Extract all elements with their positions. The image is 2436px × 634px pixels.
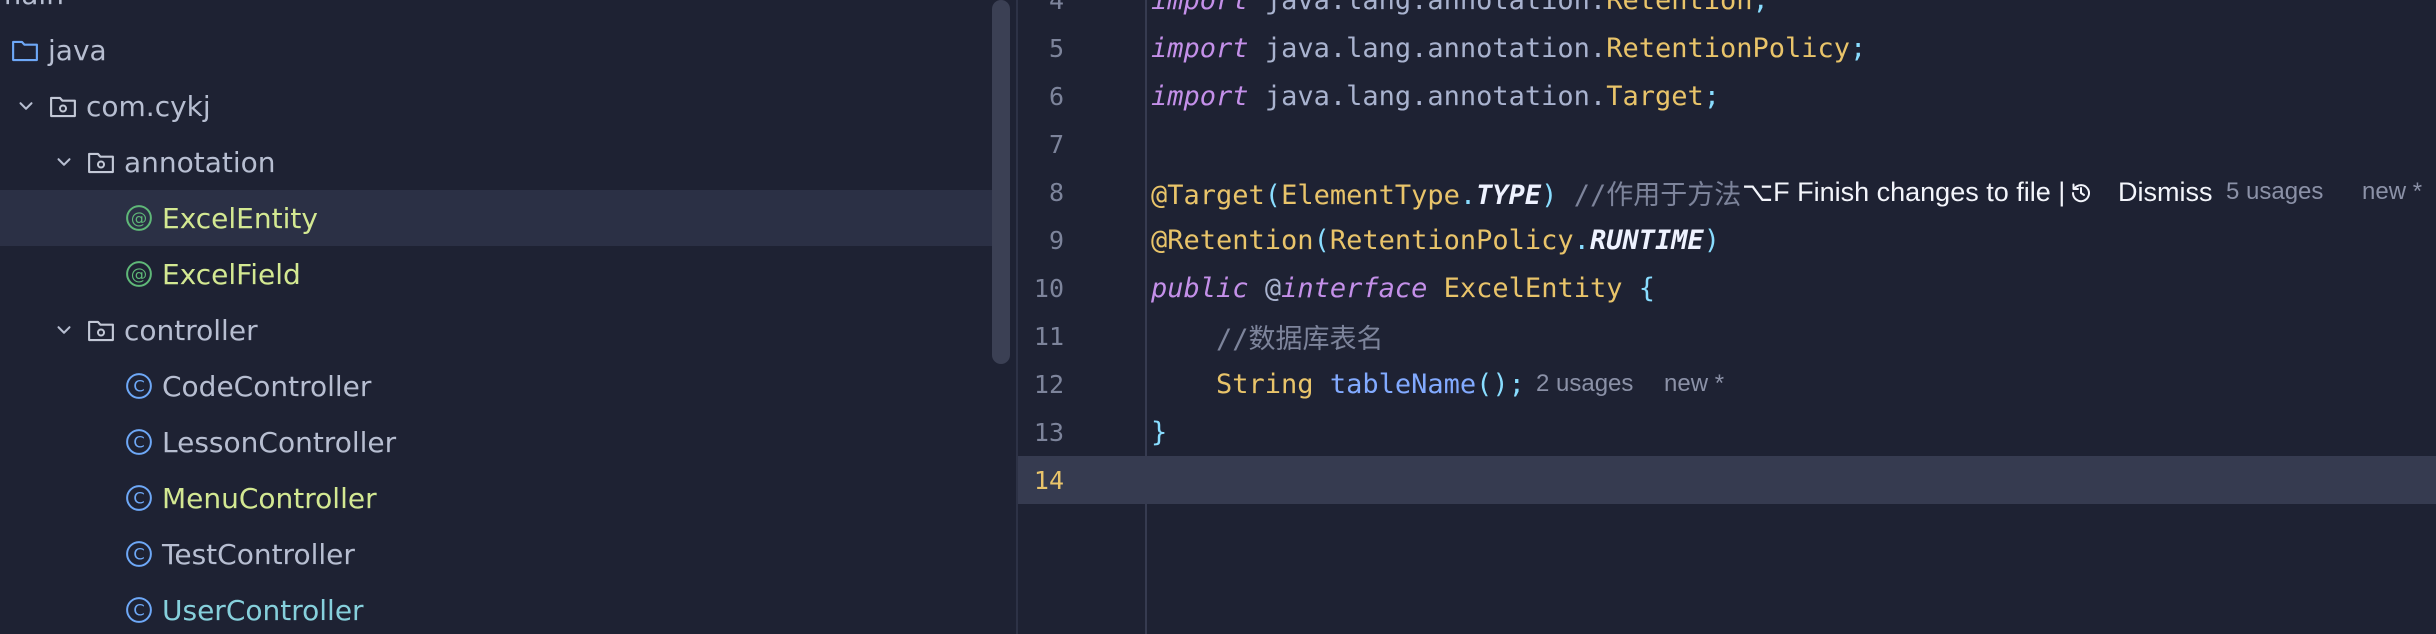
package-icon <box>48 91 78 121</box>
svg-text:C: C <box>133 601 144 620</box>
tree-item-label: ExcelEntity <box>162 201 318 235</box>
code-text: import java.lang.annotation.Target; <box>1151 80 1720 112</box>
gutter-separator <box>1145 0 1147 634</box>
code-line-7[interactable]: 7 <box>1018 120 2436 168</box>
tree-item-label: TestController <box>162 537 355 571</box>
usages-hint[interactable]: 5 usages <box>2226 178 2323 206</box>
code-line-11[interactable]: 11 //数据库表名 <box>1018 312 2436 360</box>
code-line-12[interactable]: 12 String tableName(); 2 usages new * <box>1018 360 2436 408</box>
dismiss-icon <box>2065 180 2099 204</box>
svg-text:C: C <box>133 377 144 396</box>
author-hint[interactable]: new * <box>1664 370 1724 398</box>
finish-changes-action[interactable]: ⌥F Finish changes to file | <box>1742 177 2099 208</box>
tree-item-label: controller <box>124 313 258 347</box>
package-icon <box>86 147 116 177</box>
line-number: 5 <box>1048 33 1064 63</box>
annotation-icon: @ <box>124 259 154 289</box>
code-text: @Retention(RetentionPolicy.RUNTIME) <box>1151 224 1720 256</box>
tree-item-test-controller[interactable]: C TestController <box>0 526 992 582</box>
line-number: 10 <box>1033 273 1064 303</box>
tree-item-label: CodeController <box>162 369 372 403</box>
class-icon: C <box>124 539 154 569</box>
code-text: import java.lang.annotation.Retention; <box>1151 0 1769 16</box>
svg-text:C: C <box>133 489 144 508</box>
package-icon <box>86 315 116 345</box>
line-number: 7 <box>1048 129 1064 159</box>
code-text: public @interface ExcelEntity { <box>1151 272 1655 304</box>
svg-text:C: C <box>133 545 144 564</box>
tree-item-label: LessonController <box>162 425 397 459</box>
tree-item-label: annotation <box>124 145 276 179</box>
chevron-down-icon[interactable] <box>12 92 40 120</box>
line-number: 13 <box>1033 417 1064 447</box>
class-icon: C <box>124 427 154 457</box>
code-text: @Target(ElementType.TYPE) //作用于方法 <box>1151 179 1742 211</box>
tree-item-menu-controller[interactable]: C MenuController <box>0 470 992 526</box>
tree-item-com-cykj[interactable]: com.cykj <box>0 78 992 134</box>
line-number: 6 <box>1048 81 1064 111</box>
tree-item-controller[interactable]: controller <box>0 302 992 358</box>
line-number: 9 <box>1048 225 1064 255</box>
tree-item-label: MenuController <box>162 481 377 515</box>
tree-item-label: UserController <box>162 593 364 627</box>
code-text: String tableName(); <box>1216 368 1525 400</box>
line-number: 4 <box>1048 0 1064 15</box>
code-line-8[interactable]: 8 @Target(ElementType.TYPE) //作用于方法 ⌥F F… <box>1018 168 2436 216</box>
tree-item-java[interactable]: java <box>0 22 992 78</box>
tree-row-main[interactable]: main <box>0 0 992 22</box>
chevron-down-icon[interactable] <box>50 148 78 176</box>
folder-icon <box>10 35 40 65</box>
class-icon: C <box>124 595 154 625</box>
code-line-4[interactable]: 4 import java.lang.annotation.Retention; <box>1018 0 2436 24</box>
annotation-icon: @ <box>124 203 154 233</box>
code-text: //数据库表名 <box>1216 323 1384 355</box>
project-tree[interactable]: main java com.cykj annotation @ ExcelEnt… <box>0 0 1016 634</box>
code-line-9[interactable]: 9 @Retention(RetentionPolicy.RUNTIME) <box>1018 216 2436 264</box>
class-icon: C <box>124 371 154 401</box>
usages-hint[interactable]: 2 usages <box>1536 370 1633 398</box>
svg-text:C: C <box>133 433 144 452</box>
code-text: } <box>1151 416 1168 448</box>
tree-item-excel-entity[interactable]: @ ExcelEntity <box>0 190 992 246</box>
line-number: 8 <box>1048 177 1064 207</box>
svg-text:@: @ <box>131 209 147 228</box>
code-line-13[interactable]: 13 } <box>1018 408 2436 456</box>
code-text: import java.lang.annotation.RetentionPol… <box>1151 32 1867 64</box>
code-line-6[interactable]: 6 import java.lang.annotation.Target; <box>1018 72 2436 120</box>
tree-item-label: com.cykj <box>86 89 211 123</box>
tree-item-label: main <box>0 0 64 11</box>
dismiss-button[interactable]: Dismiss <box>2118 177 2213 208</box>
tree-item-label: java <box>48 33 107 67</box>
code-line-14[interactable]: 14 <box>1018 456 2436 504</box>
code-line-10[interactable]: 10 public @interface ExcelEntity { <box>1018 264 2436 312</box>
tree-scrollbar[interactable] <box>992 0 1010 364</box>
tree-item-user-controller[interactable]: C UserController <box>0 582 992 634</box>
chevron-down-icon[interactable] <box>50 316 78 344</box>
tree-item-code-controller[interactable]: C CodeController <box>0 358 992 414</box>
line-number: 14 <box>1033 465 1064 495</box>
line-number: 12 <box>1033 369 1064 399</box>
tree-item-label: ExcelField <box>162 257 301 291</box>
svg-text:@: @ <box>131 265 147 284</box>
line-number: 11 <box>1033 321 1064 351</box>
code-editor[interactable]: 4 import java.lang.annotation.Retention;… <box>1018 0 2436 634</box>
code-line-5[interactable]: 5 import java.lang.annotation.RetentionP… <box>1018 24 2436 72</box>
class-icon: C <box>124 483 154 513</box>
tree-item-excel-field[interactable]: @ ExcelField <box>0 246 992 302</box>
author-hint[interactable]: new * <box>2362 178 2422 206</box>
tree-item-lesson-controller[interactable]: C LessonController <box>0 414 992 470</box>
tree-item-annotation[interactable]: annotation <box>0 134 992 190</box>
